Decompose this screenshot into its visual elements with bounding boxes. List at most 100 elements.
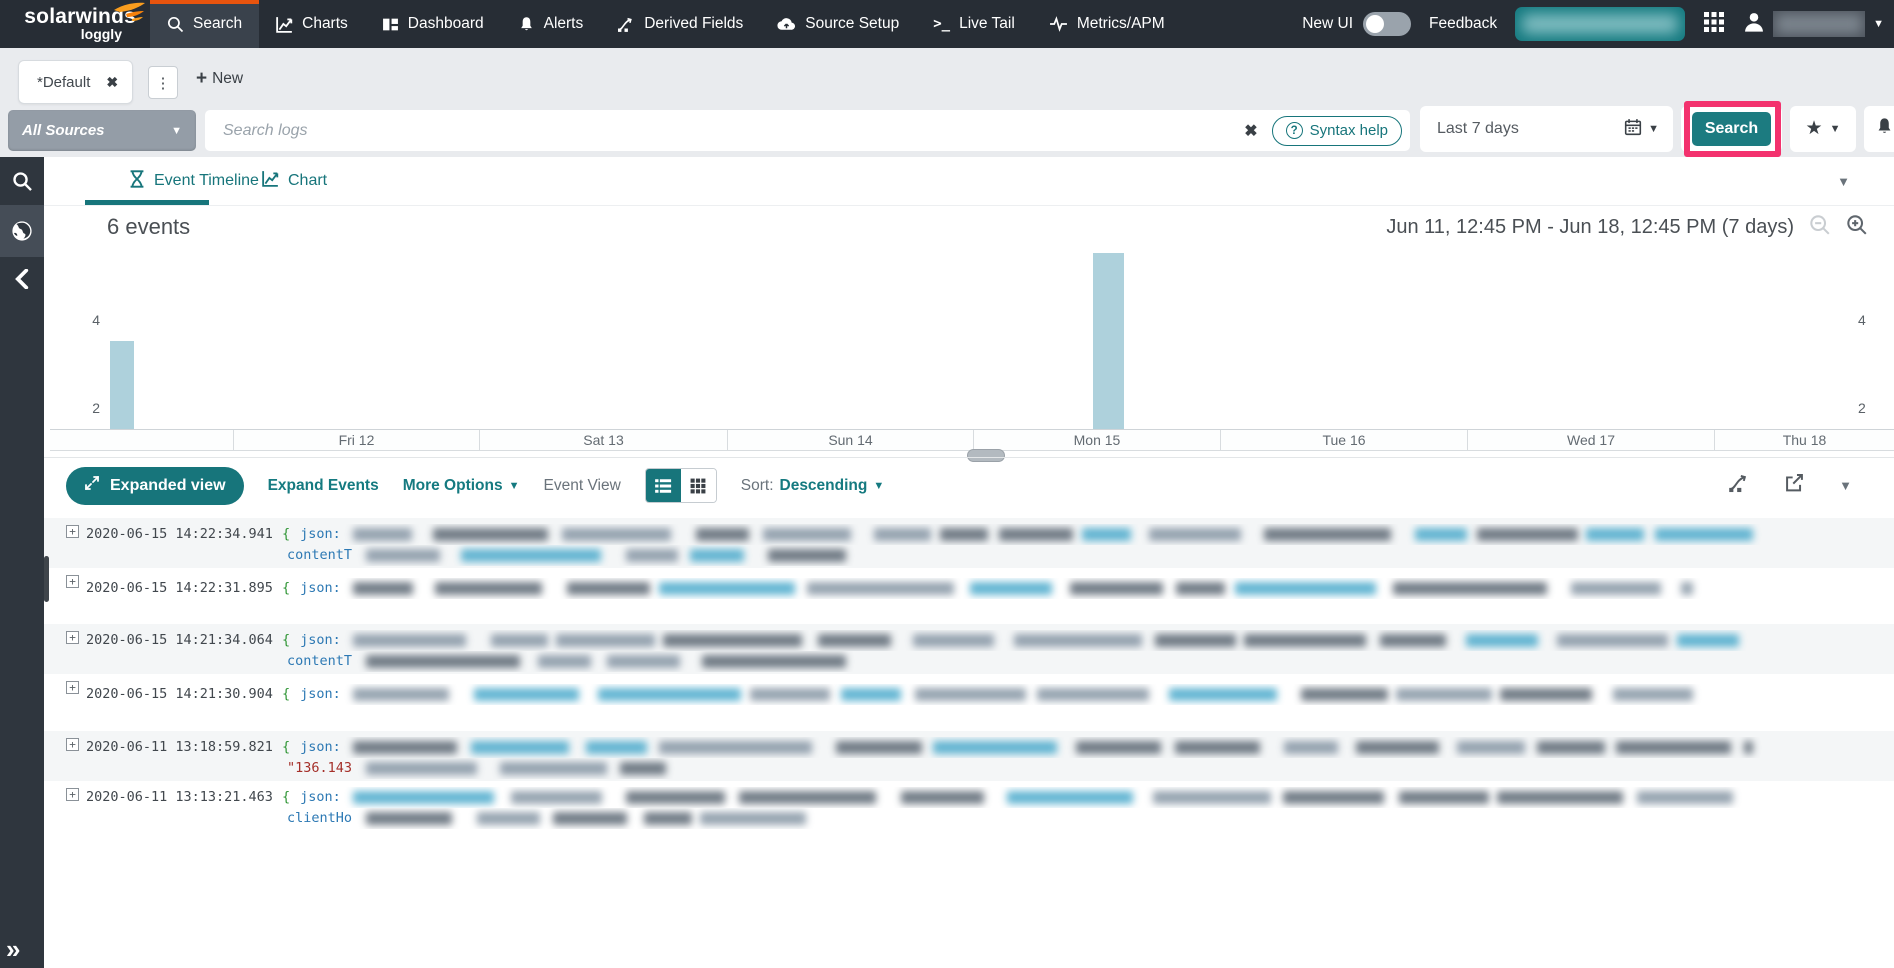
redacted-text: [353, 582, 413, 595]
zoom-out-icon[interactable]: [1809, 214, 1831, 241]
time-range-text: Jun 11, 12:45 PM - Jun 18, 12:45 PM (7 d…: [1386, 216, 1794, 239]
redacted-text: [1537, 741, 1605, 754]
redacted-text: [556, 634, 655, 647]
redacted-text: [474, 688, 579, 701]
day-cell-sun-14: Sun 14: [727, 430, 973, 450]
redacted-text: [491, 634, 548, 647]
user-menu[interactable]: ▼: [1743, 11, 1884, 38]
log-event-row[interactable]: +2020-06-15 14:22:31.895{json:: [44, 568, 1894, 624]
new-ui-toggle[interactable]: [1363, 12, 1411, 36]
nav-item-label: Alerts: [544, 15, 584, 33]
expand-events-link[interactable]: Expand Events: [268, 477, 379, 495]
log-event-row[interactable]: +2020-06-11 13:18:59.821{json:"136.143: [44, 731, 1894, 781]
nav-item-source-setup[interactable]: Source Setup: [760, 0, 916, 48]
tab-label: *Default: [37, 74, 90, 91]
chevron-down-icon: ▼: [1648, 123, 1659, 135]
close-icon[interactable]: ✖: [106, 74, 118, 91]
vertical-scrollbar-thumb[interactable]: [44, 556, 49, 602]
event-timestamp: 2020-06-15 14:21:34.064: [86, 630, 273, 651]
share-icon[interactable]: [1784, 473, 1805, 498]
redacted-text: [353, 741, 457, 754]
search-input[interactable]: [205, 110, 1230, 151]
dashboard-icon: [382, 16, 399, 33]
nav-item-dashboard[interactable]: Dashboard: [365, 0, 501, 48]
redacted-text: [768, 549, 846, 562]
redacted-account-badge[interactable]: [1515, 7, 1685, 41]
redacted-text: [841, 688, 901, 701]
redacted-text: [1637, 791, 1733, 804]
new-tab-button[interactable]: + New: [196, 70, 243, 88]
expand-event-icon[interactable]: +: [66, 681, 79, 694]
search-button[interactable]: Search: [1692, 112, 1771, 146]
expand-event-icon[interactable]: +: [66, 525, 79, 538]
nav-item-search[interactable]: Search: [150, 0, 259, 48]
redacted-text: [607, 655, 680, 668]
main-panel: Event Timeline Chart ▼ 6 events Jun 11, …: [44, 157, 1894, 968]
bell-icon: [1875, 117, 1894, 141]
nav-item-alerts[interactable]: Alerts: [501, 0, 601, 48]
chevron-down-icon: ▼: [1830, 123, 1841, 135]
log-event-row[interactable]: +2020-06-15 14:21:34.064{json:contentT: [44, 624, 1894, 674]
event-timestamp: 2020-06-15 14:21:30.904: [86, 684, 273, 705]
nav-item-metrics-apm[interactable]: Metrics/APM: [1032, 0, 1182, 48]
event-line2: contentT: [287, 651, 352, 672]
tab-event-timeline[interactable]: Event Timeline: [129, 157, 259, 205]
kebab-icon: ⋮: [156, 74, 171, 92]
nav-item-derived-fields[interactable]: Derived Fields: [600, 0, 760, 48]
log-event-row[interactable]: +2020-06-15 14:22:34.941{json:contentT: [44, 518, 1894, 568]
feedback-link[interactable]: Feedback: [1429, 15, 1497, 33]
collapse-results-icon[interactable]: ▼: [1839, 478, 1852, 493]
star-icon: ★: [1806, 120, 1823, 138]
nav-item-label: Charts: [302, 15, 348, 33]
redacted-text: [913, 634, 994, 647]
zoom-in-icon[interactable]: [1846, 214, 1868, 241]
clear-search-icon[interactable]: ✖: [1230, 121, 1271, 141]
redacted-text: [626, 549, 678, 562]
redacted-text: [586, 741, 647, 754]
expanded-view-button[interactable]: Expanded view: [66, 467, 244, 505]
sidebar-collapse-icon[interactable]: [0, 257, 44, 301]
redacted-text: [940, 528, 988, 541]
tab-chart[interactable]: Chart: [262, 157, 327, 205]
log-event-row[interactable]: +2020-06-11 13:13:21.463{json:clientHo: [44, 781, 1894, 838]
all-sources-dropdown[interactable]: All Sources ▼: [8, 110, 196, 151]
expand-event-icon[interactable]: +: [66, 575, 79, 588]
saved-searches-button[interactable]: ★ ▼: [1790, 106, 1856, 152]
solarwinds-loggly-logo[interactable]: solarwinds loggly: [0, 0, 150, 48]
day-cell-sat-13: Sat 13: [479, 430, 727, 450]
sort-dropdown[interactable]: Sort: Descending ▼: [741, 477, 884, 495]
expanded-view-label: Expanded view: [110, 477, 226, 495]
nav-item-live-tail[interactable]: >_Live Tail: [916, 0, 1032, 48]
derived-fields-icon[interactable]: [1728, 473, 1750, 498]
tab-default[interactable]: *Default ✖: [18, 60, 133, 104]
collapse-panel-icon[interactable]: ▼: [1837, 174, 1850, 189]
tab-menu-button[interactable]: ⋮: [148, 66, 178, 99]
magnifier-icon: [167, 16, 184, 33]
more-options-dropdown[interactable]: More Options ▼: [403, 477, 520, 495]
redacted-text: [1586, 528, 1644, 541]
list-view-button[interactable]: [646, 469, 681, 502]
sidebar-expand-icon[interactable]: »: [6, 936, 20, 962]
event-timestamp: 2020-06-11 13:18:59.821: [86, 737, 273, 758]
redacted-text: [366, 655, 520, 668]
event-line2: contentT: [287, 545, 352, 566]
redacted-text: [1153, 791, 1271, 804]
redacted-text: [435, 582, 542, 595]
grid-view-button[interactable]: [681, 469, 716, 502]
chevron-down-icon: ▼: [873, 480, 884, 492]
expand-event-icon[interactable]: +: [66, 788, 79, 801]
nav-item-charts[interactable]: Charts: [259, 0, 365, 48]
syntax-help-button[interactable]: ? Syntax help: [1272, 116, 1402, 146]
line-chart-icon: [276, 16, 293, 33]
y-axis-tick: 2: [78, 400, 100, 416]
log-event-row[interactable]: +2020-06-15 14:21:30.904{json:: [44, 674, 1894, 731]
alerts-bell-button[interactable]: [1864, 106, 1894, 152]
sidebar-globe-icon[interactable]: [0, 209, 44, 253]
time-range-picker[interactable]: Last 7 days ▼: [1420, 106, 1673, 152]
sidebar-search-icon[interactable]: [0, 159, 44, 203]
expand-event-icon[interactable]: +: [66, 738, 79, 751]
expand-event-icon[interactable]: +: [66, 631, 79, 644]
apps-grid-icon[interactable]: [1703, 11, 1725, 38]
chevron-down-icon: ▼: [171, 125, 182, 137]
sort-label: Sort:: [741, 477, 774, 495]
